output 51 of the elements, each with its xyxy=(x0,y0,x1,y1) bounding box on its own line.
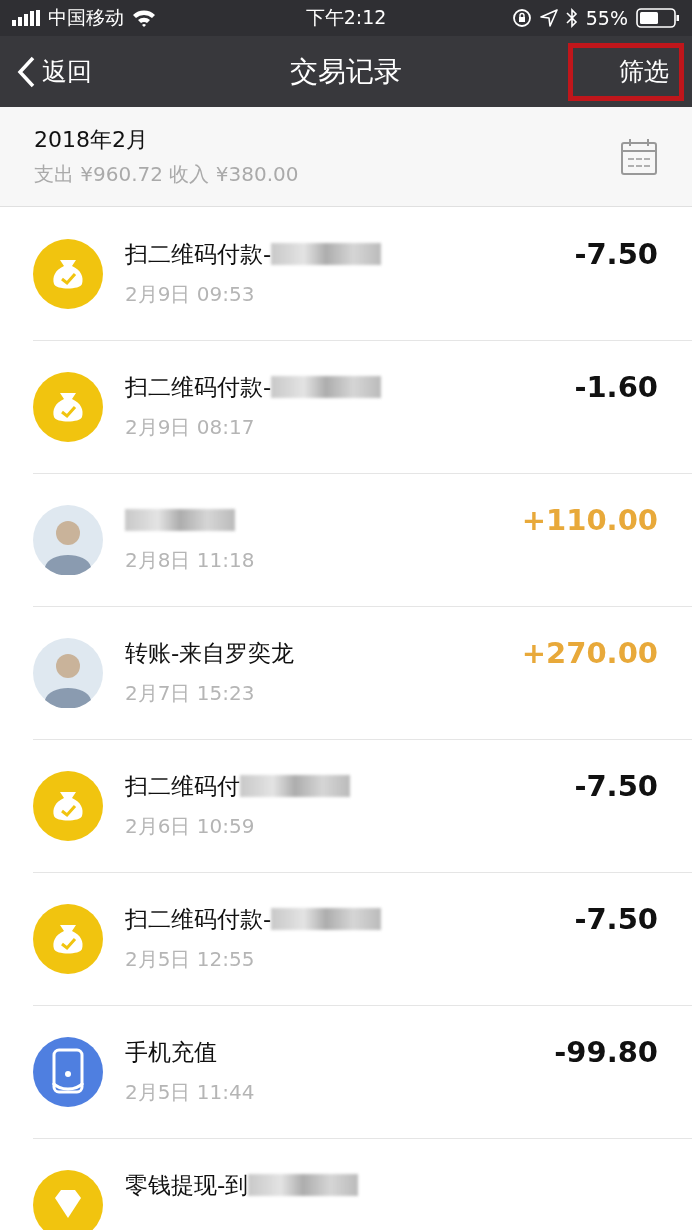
signal-icon xyxy=(12,10,40,26)
transaction-time: 2月5日 12:55 xyxy=(125,946,256,973)
transaction-title: 扫二维码付款- xyxy=(125,372,272,402)
transaction-time: 2月5日 11:44 xyxy=(125,1079,256,1106)
transaction-row[interactable]: 扫二维码付 2月6日 10:59 -7.50 xyxy=(0,739,692,872)
calendar-icon[interactable] xyxy=(620,137,658,176)
month-summary: 支出 ¥960.72 收入 ¥380.00 xyxy=(34,161,299,188)
money-bag-icon xyxy=(33,770,103,841)
page-title: 交易记录 xyxy=(290,53,402,90)
transaction-amount: +110.00 xyxy=(521,503,658,537)
transaction-title: 零钱提现-到 xyxy=(125,1170,249,1200)
transaction-amount: -7.50 xyxy=(574,902,658,936)
transaction-row[interactable]: 扫二维码付款- 2月9日 09:53 -7.50 xyxy=(0,207,692,340)
month-title: 2018年2月 xyxy=(34,126,149,154)
carrier-name: 中国移动 xyxy=(48,5,124,30)
transaction-row[interactable]: 零钱提现-到 xyxy=(0,1138,692,1230)
avatar-icon xyxy=(33,504,103,575)
transaction-title: 扫二维码付 xyxy=(125,771,240,801)
rotation-lock-icon xyxy=(511,8,532,28)
transaction-row[interactable]: 扫二维码付款- 2月9日 08:17 -1.60 xyxy=(0,340,692,473)
transaction-title: 转账-来自罗奕龙 xyxy=(125,638,295,668)
filter-button[interactable]: 筛选 xyxy=(568,42,684,101)
bluetooth-icon xyxy=(565,8,578,28)
transaction-time: 2月7日 15:23 xyxy=(125,680,256,707)
transaction-row[interactable]: 转账-来自罗奕龙 2月7日 15:23 +270.00 xyxy=(0,606,692,739)
transaction-time: 2月6日 10:59 xyxy=(125,813,256,840)
location-arrow-icon xyxy=(539,9,558,27)
battery-percent: 55% xyxy=(585,7,628,29)
wifi-icon xyxy=(132,9,156,27)
transaction-row[interactable]: 扫二维码付款- 2月5日 12:55 -7.50 xyxy=(0,872,692,1005)
transaction-amount: -99.80 xyxy=(554,1035,658,1069)
transaction-row[interactable]: 手机充值 2月5日 11:44 -99.80 xyxy=(0,1005,692,1138)
money-bag-icon xyxy=(33,371,103,442)
battery-icon xyxy=(636,8,680,28)
avatar-icon xyxy=(33,637,103,708)
transaction-amount: -7.50 xyxy=(574,237,658,271)
phone-icon xyxy=(33,1036,103,1107)
money-bag-icon xyxy=(33,903,103,974)
transaction-time: 2月9日 09:53 xyxy=(125,281,256,308)
transaction-title: 手机充值 xyxy=(125,1037,217,1067)
transaction-amount: -1.60 xyxy=(574,370,658,404)
chevron-left-icon xyxy=(16,55,36,88)
transaction-amount: -7.50 xyxy=(574,769,658,803)
transaction-amount: +270.00 xyxy=(521,636,658,670)
clock-time: 下午2:12 xyxy=(305,5,387,30)
back-button[interactable]: 返回 xyxy=(16,55,92,88)
transaction-time: 2月8日 11:18 xyxy=(125,547,256,574)
transaction-title: 扫二维码付款- xyxy=(125,239,272,269)
transaction-time: 2月9日 08:17 xyxy=(125,414,256,441)
transaction-title: 扫二维码付款- xyxy=(125,904,272,934)
money-bag-icon xyxy=(33,238,103,309)
